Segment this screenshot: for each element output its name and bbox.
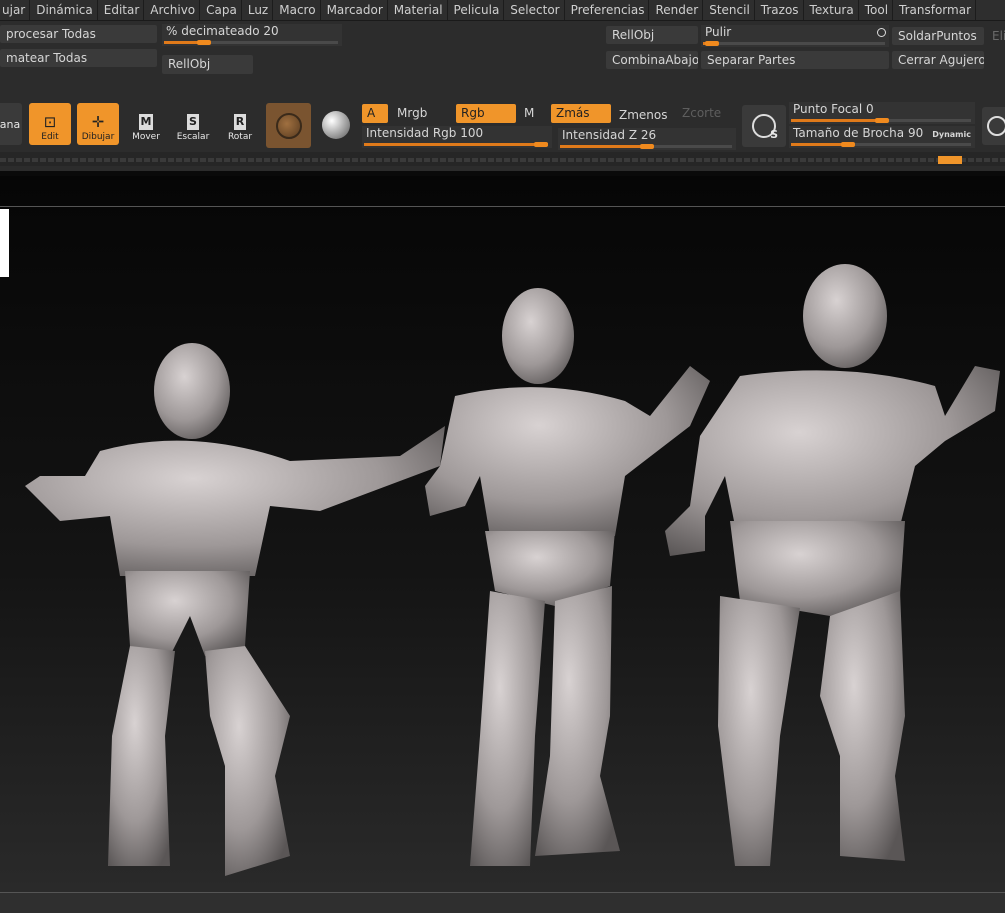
wrestler-figure-right[interactable] bbox=[665, 264, 1000, 866]
target-icon bbox=[987, 116, 1005, 136]
intensidad-rgb-value: 100 bbox=[460, 126, 484, 140]
zcorte-button[interactable]: Zcorte bbox=[677, 104, 737, 123]
intensidad-z-value: 26 bbox=[640, 128, 657, 142]
cerrar-agujeros-button[interactable]: Cerrar Agujeros bbox=[892, 51, 984, 69]
menu-item-7[interactable]: Marcador bbox=[321, 0, 388, 20]
tamano-brocha-value: 90 bbox=[907, 126, 924, 140]
rellobj-left-button[interactable]: RellObj bbox=[162, 55, 253, 74]
procesar-todas-button[interactable]: procesar Todas bbox=[0, 25, 157, 43]
matear-todas-button[interactable]: matear Todas bbox=[0, 49, 157, 67]
tamano-brocha-label: Tamaño de Brocha bbox=[793, 126, 905, 140]
brush-sphere-icon bbox=[322, 111, 350, 139]
wrestler-figure-middle[interactable] bbox=[425, 288, 710, 866]
scale-icon: S bbox=[187, 114, 199, 130]
menu-item-8[interactable]: Material bbox=[388, 0, 448, 20]
wrestler-figures[interactable] bbox=[0, 176, 1005, 892]
intensidad-z-label: Intensidad Z bbox=[562, 128, 638, 142]
punto-focal-label: Punto Focal bbox=[793, 102, 863, 116]
mover-label: Mover bbox=[132, 132, 160, 142]
rgb-intensity-target-button[interactable] bbox=[982, 107, 1005, 145]
menu-item-10[interactable]: Selector bbox=[504, 0, 565, 20]
edit-label: Edit bbox=[41, 132, 59, 142]
zmenos-button[interactable]: Zmenos bbox=[614, 106, 674, 125]
menu-item-9[interactable]: Pelicula bbox=[448, 0, 505, 20]
intensidad-rgb-slider[interactable]: Intensidad Rgb 100 bbox=[362, 126, 552, 148]
punto-focal-value: 0 bbox=[866, 102, 874, 116]
intensidad-z-slider[interactable]: Intensidad Z 26 bbox=[558, 128, 736, 150]
menu-item-17[interactable]: Transformar bbox=[893, 0, 977, 20]
menu-item-13[interactable]: Stencil bbox=[703, 0, 755, 20]
m-mode-button[interactable]: M bbox=[519, 104, 547, 123]
ventana-button[interactable]: ana bbox=[0, 103, 22, 145]
soldar-puntos-button[interactable]: SoldarPuntos bbox=[892, 27, 984, 45]
pulir-toggle-icon[interactable] bbox=[877, 28, 886, 37]
menu-item-2[interactable]: Editar bbox=[98, 0, 145, 20]
rotate-icon: R bbox=[233, 114, 247, 130]
escalar-label: Escalar bbox=[176, 132, 210, 142]
edit-button[interactable]: ⊡ Edit bbox=[29, 103, 71, 145]
separar-partes-button[interactable]: Separar Partes bbox=[701, 51, 889, 69]
menu-item-6[interactable]: Macro bbox=[273, 0, 321, 20]
ventana-label: ana bbox=[0, 117, 21, 131]
rotar-button[interactable]: R Rotar bbox=[219, 103, 261, 145]
dynamic-label[interactable]: Dynamic bbox=[932, 130, 971, 139]
menu-item-15[interactable]: Textura bbox=[804, 0, 859, 20]
wrestler-figure-left[interactable] bbox=[25, 343, 445, 876]
draw-crosshair-icon: ✛ bbox=[91, 113, 105, 131]
dibujar-label: Dibujar bbox=[81, 132, 115, 142]
zmas-button[interactable]: Zmás bbox=[551, 104, 611, 123]
decimateado-slider[interactable]: % decimateado 20 bbox=[162, 24, 342, 46]
brush-history-strip bbox=[0, 152, 1005, 166]
combina-abajo-button[interactable]: CombinaAbajo bbox=[606, 51, 698, 69]
pulir-label: Pulir bbox=[705, 25, 732, 39]
menu-item-14[interactable]: Trazos bbox=[755, 0, 804, 20]
menu-item-0[interactable]: ujar bbox=[0, 0, 31, 20]
pulir-slider[interactable]: Pulir bbox=[701, 25, 889, 47]
decimateado-value: 20 bbox=[263, 24, 279, 38]
decimateado-label: % decimateado bbox=[166, 24, 260, 38]
focal-s-label: S bbox=[770, 128, 778, 141]
focal-shift-button[interactable]: S bbox=[742, 105, 786, 147]
material-sphere-icon bbox=[275, 112, 302, 139]
rgb-button[interactable]: Rgb bbox=[456, 104, 516, 123]
escalar-button[interactable]: S Escalar bbox=[172, 103, 214, 145]
a-mode-button[interactable]: A bbox=[362, 104, 388, 123]
active-indicator bbox=[938, 156, 962, 164]
brush-button[interactable] bbox=[316, 105, 356, 145]
menu-item-12[interactable]: Render bbox=[649, 0, 704, 20]
mover-button[interactable]: M Mover bbox=[125, 103, 167, 145]
menu-item-4[interactable]: Capa bbox=[200, 0, 242, 20]
menu-item-3[interactable]: Archivo bbox=[144, 0, 201, 20]
dibujar-button[interactable]: ✛ Dibujar bbox=[77, 103, 119, 145]
intensidad-rgb-label: Intensidad Rgb bbox=[366, 126, 457, 140]
material-button[interactable] bbox=[266, 103, 311, 148]
menu-item-16[interactable]: Tool bbox=[859, 0, 894, 20]
rellobj-button[interactable]: RellObj bbox=[606, 26, 698, 44]
status-bar bbox=[0, 892, 1005, 913]
document-viewport[interactable] bbox=[0, 176, 1005, 892]
menu-item-11[interactable]: Preferencias bbox=[565, 0, 650, 20]
punto-focal-slider[interactable]: Punto Focal 0 bbox=[789, 102, 975, 124]
menu-item-1[interactable]: Dinámica bbox=[30, 0, 98, 20]
mrgb-button[interactable]: Mrgb bbox=[392, 104, 452, 123]
eliminar-button[interactable]: Eli bbox=[986, 27, 1005, 45]
move-icon: M bbox=[138, 114, 154, 130]
menu-item-5[interactable]: Luz bbox=[242, 0, 274, 20]
tool-panel: procesar Todas matear Todas % decimatead… bbox=[0, 21, 1005, 171]
tamano-brocha-slider[interactable]: Tamaño de Brocha 90 Dynamic bbox=[789, 126, 975, 148]
menu-bar: ujar Dinámica Editar Archivo Capa Luz Macro Mar… bbox=[0, 0, 1005, 21]
edit-icon: ⊡ bbox=[43, 113, 57, 131]
rotar-label: Rotar bbox=[227, 132, 253, 142]
